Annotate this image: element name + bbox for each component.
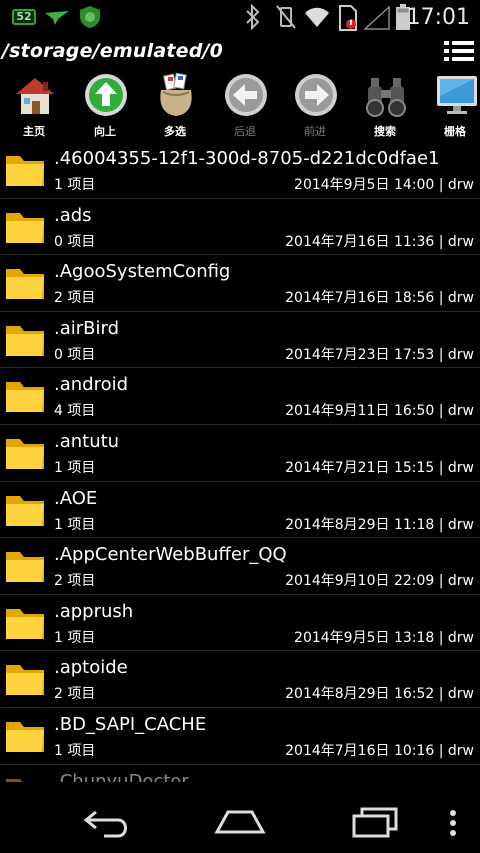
item-count: 1 项目 [54,629,96,646]
file-name: .ads [54,204,92,226]
folder-icon [6,269,44,300]
list-item[interactable]: .AOE 1 项目 2014年8月29日 11:18 | drw [0,482,480,539]
folder-icon [6,721,44,752]
search-button[interactable]: 搜索 [353,68,417,144]
vibrate-off-icon [276,5,296,29]
binoculars-icon [366,78,406,117]
back-button[interactable]: 后退 [213,68,277,144]
forward-button[interactable]: 前进 [283,68,347,144]
sim-error-icon [339,5,357,31]
wifi-icon [305,7,329,27]
navigation-bar [0,790,480,853]
list-item[interactable]: .aptoide 2 项目 2014年8月29日 16:52 | drw [0,651,480,708]
clock: 17:01 [406,5,470,30]
back-arrow-icon [225,74,267,116]
list-item[interactable]: .apprush 1 项目 2014年9月5日 13:18 | drw [0,595,480,652]
list-item[interactable]: .AppCenterWebBuffer_QQ 2 项目 2014年9月10日 2… [0,538,480,595]
file-meta: 2014年9月5日 13:18 | drw [294,629,474,646]
file-meta: 2014年7月16日 11:36 | drw [285,233,474,250]
file-name: .AgooSystemConfig [54,261,231,283]
folder-icon [6,552,44,583]
back-label: 后退 [234,125,256,138]
search-label: 搜索 [374,125,396,138]
up-arrow-icon [85,74,127,116]
overflow-menu-icon[interactable] [448,808,458,838]
folder-icon [6,382,44,413]
file-list: .46004355-12f1-300d-8705-d221dc0dfae1 1 … [0,142,480,782]
monitor-grid-icon [437,76,477,114]
folder-icon [6,778,23,782]
list-menu-icon[interactable] [444,38,474,64]
file-name: .AppCenterWebBuffer_QQ [54,544,287,566]
file-name: .ChunyuDoctor [54,770,189,782]
path-bar: /storage/emulated/0 [0,36,480,68]
list-item[interactable]: .android 4 项目 2014年9月11日 16:50 | drw [0,368,480,425]
list-item[interactable]: .AgooSystemConfig 2 项目 2014年7月16日 18:56 … [0,255,480,312]
file-name: .airBird [54,317,120,339]
file-meta: 2014年9月10日 22:09 | drw [285,573,474,590]
file-meta: 2014年7月16日 18:56 | drw [285,290,474,307]
file-name: .46004355-12f1-300d-8705-d221dc0dfae1 [54,148,440,169]
item-count: 1 项目 [54,742,96,759]
list-item[interactable]: .BD_SAPI_CACHE 1 项目 2014年7月16日 10:16 | d… [0,708,480,765]
item-count: 1 项目 [54,516,96,533]
home-button[interactable]: 主页 [2,68,66,144]
list-item[interactable]: .ChunyuDoctor [0,765,480,782]
grid-view-label: 栅格 [444,125,466,138]
file-name: .aptoide [54,657,128,679]
home-nav-icon[interactable] [214,808,266,836]
bluetooth-icon [246,4,260,30]
up-label: 向上 [94,125,116,138]
recent-apps-icon[interactable] [350,806,400,838]
status-bar: 52 17:01 [0,0,480,36]
home-label: 主页 [23,125,45,138]
up-button[interactable]: 向上 [73,68,137,144]
file-meta: 2014年8月29日 11:18 | drw [285,516,474,533]
bird-notification-icon [45,11,69,25]
file-meta: 2014年7月21日 15:15 | drw [285,459,474,476]
folder-icon [6,495,44,526]
file-name: .BD_SAPI_CACHE [54,713,207,735]
folder-icon [6,325,44,356]
home-icon [16,78,54,114]
forward-arrow-icon [295,74,337,116]
grid-view-button[interactable]: 栅格 [423,68,480,144]
file-name: .apprush [54,600,134,622]
notification-count-badge: 52 [12,9,36,25]
file-meta: 2014年8月29日 16:52 | drw [285,686,474,703]
list-item[interactable]: .airBird 0 项目 2014年7月23日 17:53 | drw [0,312,480,369]
file-name: .antutu [54,430,120,452]
item-count: 2 项目 [54,573,96,590]
file-name: .android [54,374,129,396]
list-item[interactable]: .46004355-12f1-300d-8705-d221dc0dfae1 1 … [0,142,480,199]
file-meta: 2014年7月16日 10:16 | drw [285,742,474,759]
folder-icon [6,608,44,639]
file-meta: 2014年9月11日 16:50 | drw [285,403,474,420]
item-count: 2 项目 [54,290,96,307]
item-count: 2 项目 [54,686,96,703]
multi-select-button[interactable]: 多选 [143,68,207,144]
folder-icon [6,438,44,469]
toolbar: 主页 向上 多选 后退 前进 搜索 栅格 [0,68,480,146]
multi-select-bag-icon [160,72,192,116]
folder-icon [6,212,44,243]
back-nav-icon[interactable] [82,808,132,838]
list-item[interactable]: .ads 0 项目 2014年7月16日 11:36 | drw [0,199,480,256]
item-count: 0 项目 [54,233,96,250]
file-meta: 2014年7月23日 17:53 | drw [285,346,474,363]
forward-label: 前进 [304,125,326,138]
folder-icon [6,665,44,696]
item-count: 1 项目 [54,177,96,193]
list-item[interactable]: .antutu 1 项目 2014年7月21日 15:15 | drw [0,425,480,482]
shield-notification-icon [80,6,100,28]
current-path: /storage/emulated/0 [2,40,224,62]
item-count: 4 项目 [54,403,96,420]
folder-icon [6,156,44,186]
file-meta: 2014年9月5日 14:00 | drw [294,177,474,193]
item-count: 1 项目 [54,459,96,476]
item-count: 0 项目 [54,346,96,363]
multi-select-label: 多选 [164,125,186,138]
file-name: .AOE [54,487,98,509]
signal-icon [364,6,390,30]
